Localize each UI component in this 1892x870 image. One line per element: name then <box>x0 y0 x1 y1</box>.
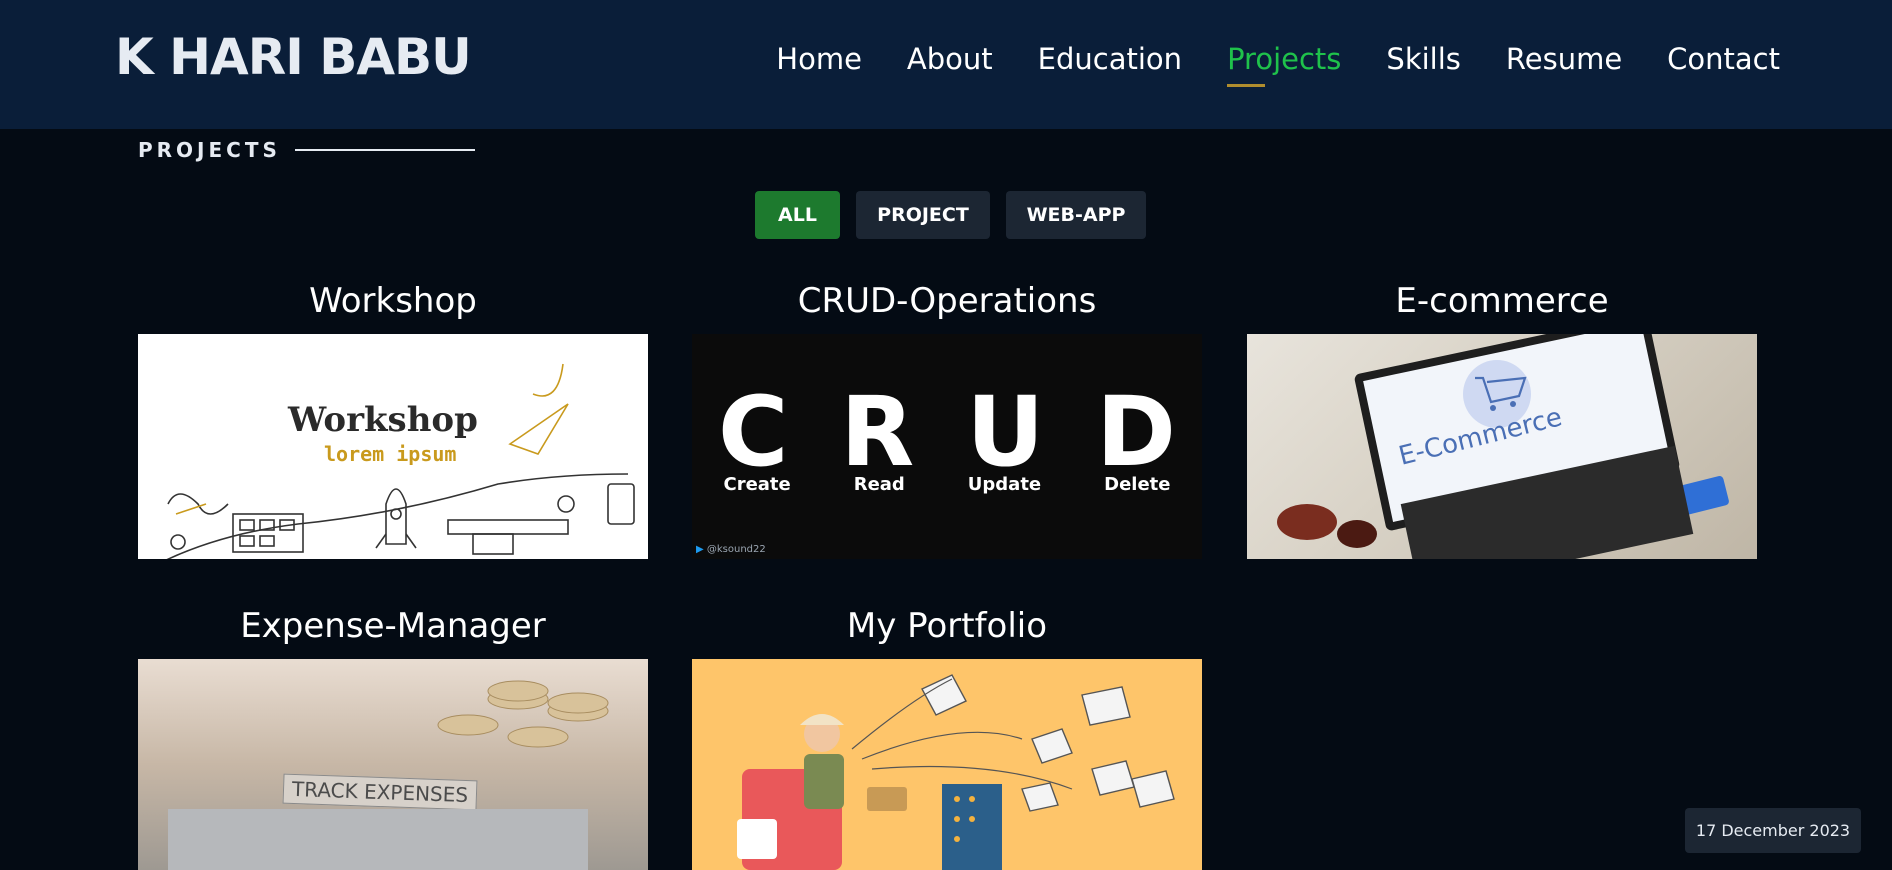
nav-education[interactable]: Education <box>1038 42 1182 90</box>
project-image-crud[interactable]: C R U D Create Read Update Delete ▶ @kso… <box>692 334 1202 559</box>
project-card-expense[interactable]: Expense-Manager TRACK EXPENSES <box>138 601 648 870</box>
crud-handle-text: @ksound22 <box>706 544 766 555</box>
project-image-portfolio[interactable] <box>692 659 1202 870</box>
project-card-crud[interactable]: CRUD-Operations C R U D Create Read Upda… <box>692 276 1202 559</box>
project-image-expense[interactable]: TRACK EXPENSES <box>138 659 648 870</box>
crud-letter: C <box>717 376 789 488</box>
nav-projects[interactable]: Projects <box>1227 42 1341 90</box>
nav-skills[interactable]: Skills <box>1386 42 1460 90</box>
project-image-ecommerce[interactable]: E-Commerce <box>1247 334 1757 559</box>
workshop-headline: Workshop <box>288 400 478 440</box>
project-title: E-commerce <box>1395 281 1609 321</box>
section-title: PROJECTS <box>138 138 281 162</box>
project-filters: ALL PROJECT WEB-APP <box>755 191 1162 239</box>
nav-contact[interactable]: Contact <box>1667 42 1780 90</box>
filter-webapp-button[interactable]: WEB-APP <box>1006 191 1146 239</box>
project-title: Workshop <box>309 281 477 321</box>
project-title: Expense-Manager <box>240 606 546 646</box>
site-logo[interactable]: K HARI BABU <box>115 28 472 86</box>
crud-word: Read <box>853 474 905 495</box>
nav-resume[interactable]: Resume <box>1506 42 1622 90</box>
project-title: CRUD-Operations <box>797 281 1097 321</box>
crud-word: Update <box>967 474 1042 495</box>
filter-project-button[interactable]: PROJECT <box>856 191 990 239</box>
project-card-portfolio[interactable]: My Portfolio <box>692 601 1202 870</box>
date-badge: 17 December 2023 <box>1685 808 1861 853</box>
crud-letter: R <box>840 376 915 488</box>
site-header: K HARI BABU Home About Education Project… <box>0 0 1892 129</box>
crud-letter: U <box>966 376 1045 488</box>
main-nav: Home About Education Projects Skills Res… <box>731 42 1780 90</box>
crud-handle: ▶ @ksound22 <box>696 544 766 555</box>
project-image-workshop[interactable]: Workshop lorem ipsum <box>138 334 648 559</box>
calculator-keypad <box>168 809 588 870</box>
twitter-icon: ▶ <box>696 544 704 555</box>
crud-words: Create Read Update Delete <box>692 474 1202 495</box>
nav-about[interactable]: About <box>907 42 993 90</box>
nav-home[interactable]: Home <box>776 42 862 90</box>
section-heading: PROJECTS <box>138 138 475 162</box>
project-card-workshop[interactable]: Workshop Workshop lorem ipsum <box>138 276 648 559</box>
crud-letters: C R U D <box>692 376 1202 488</box>
filter-all-button[interactable]: ALL <box>755 191 840 239</box>
project-card-ecommerce[interactable]: E-commerce E-Commerce <box>1247 276 1757 559</box>
workshop-subline: lorem ipsum <box>324 442 457 466</box>
crud-letter: D <box>1096 376 1176 488</box>
crud-word: Create <box>723 474 791 495</box>
project-title: My Portfolio <box>846 606 1048 646</box>
portfolio-illustration <box>737 674 1175 870</box>
crud-word: Delete <box>1104 474 1171 495</box>
section-divider <box>294 149 475 151</box>
